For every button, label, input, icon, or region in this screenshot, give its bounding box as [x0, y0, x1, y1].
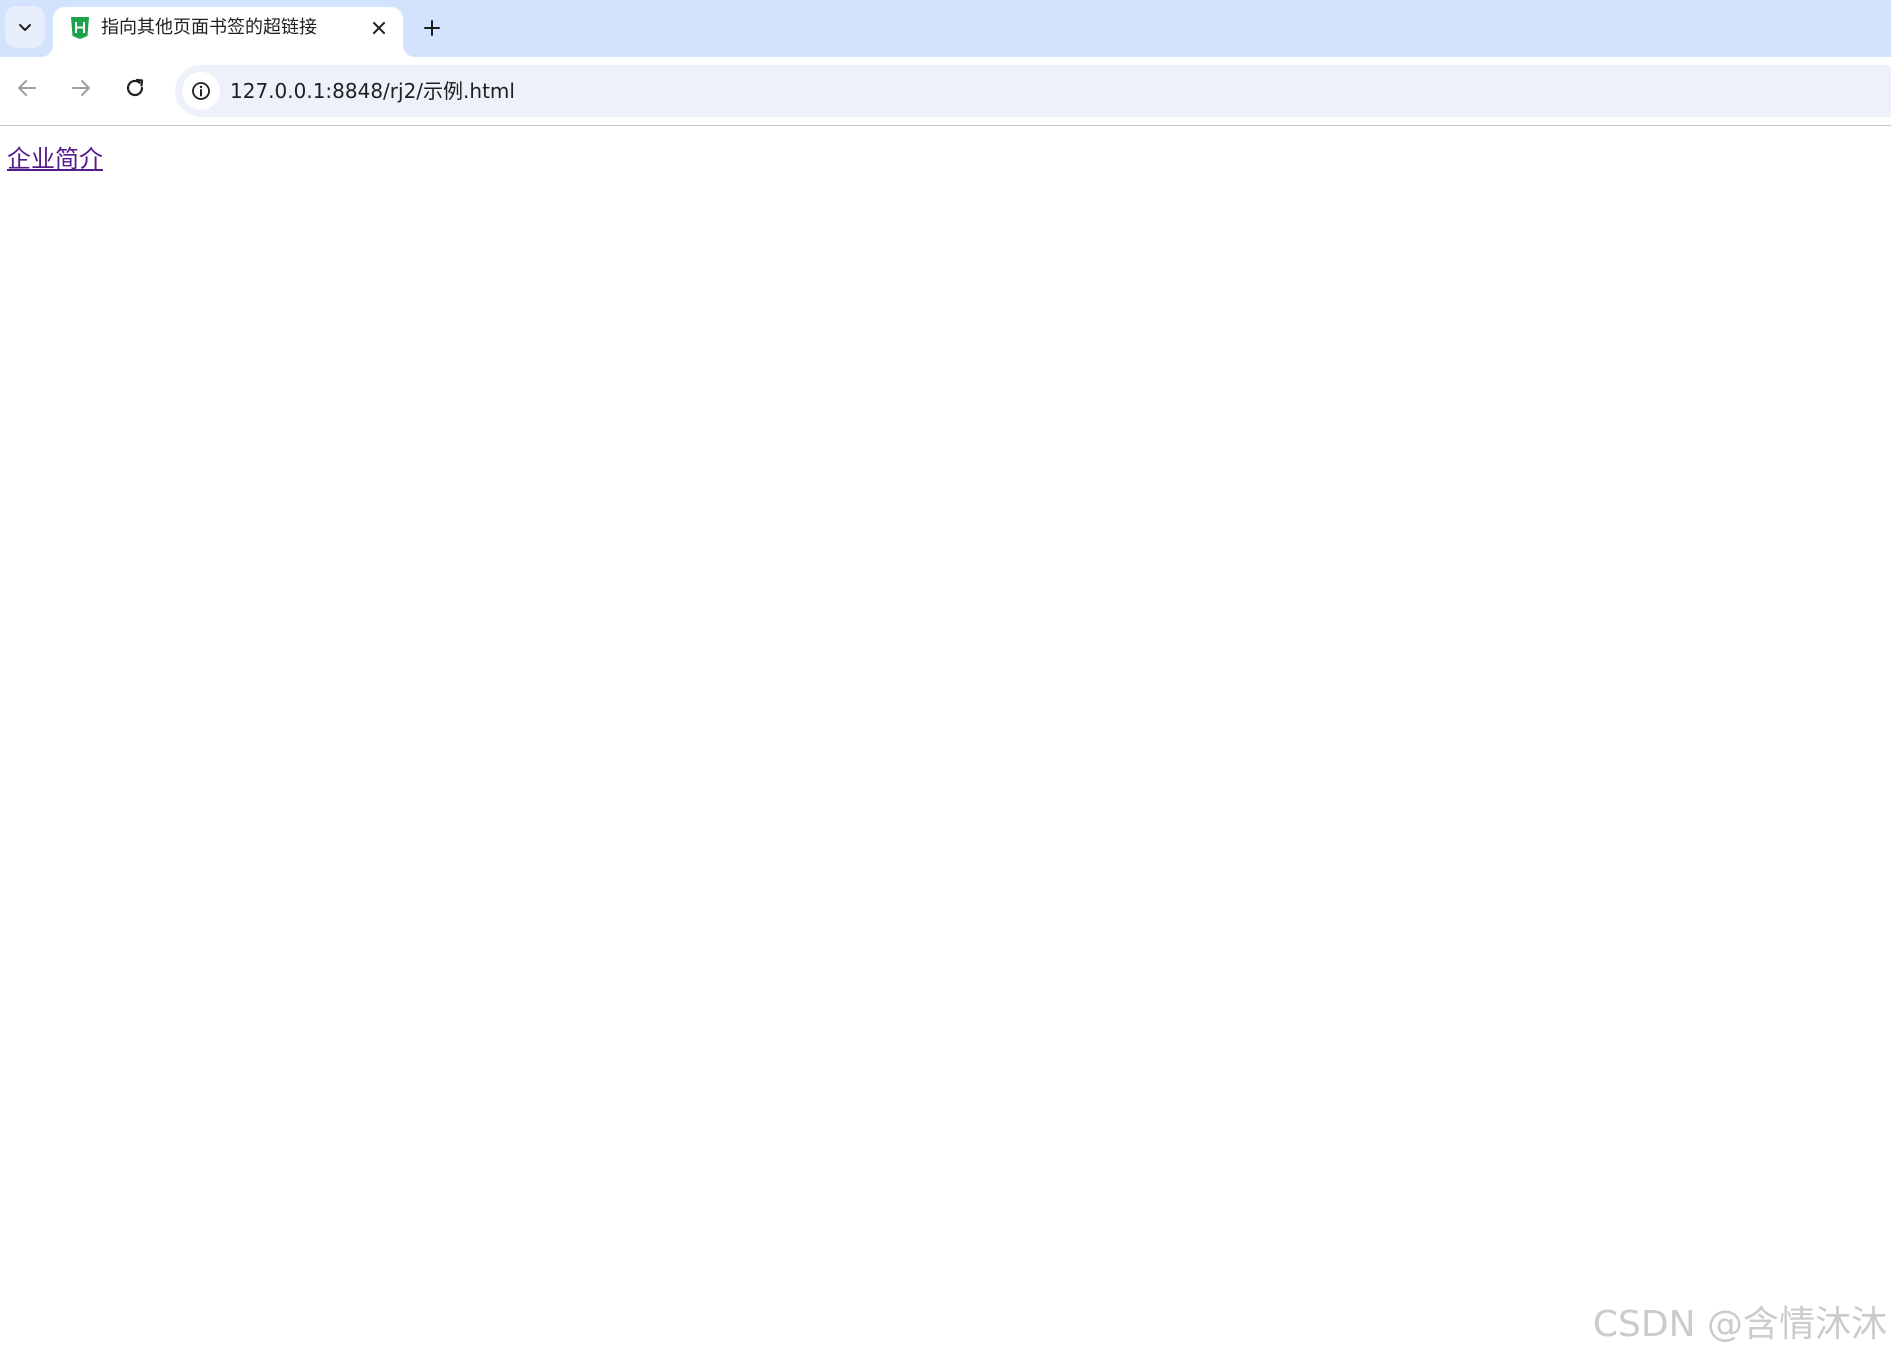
active-tab[interactable]: 指向其他页面书签的超链接 [53, 7, 403, 57]
browser-toolbar: 127.0.0.1:8848/rj2/示例.html [0, 57, 1891, 126]
browser-window: 指向其他页面书签的超链接 127.0.0.1:8848/rj2/示例.html … [0, 0, 1891, 1351]
tab-close-button[interactable] [364, 13, 394, 43]
watermark: CSDN @含情沐沐 [1592, 1304, 1887, 1345]
new-tab-button[interactable] [414, 10, 450, 46]
arrow-left-icon [18, 80, 36, 96]
reload-icon [126, 78, 144, 97]
site-info-button[interactable] [182, 72, 220, 110]
reload-button[interactable] [115, 68, 155, 108]
arrow-right-icon [72, 80, 90, 96]
tab-title: 指向其他页面书签的超链接 [101, 17, 317, 38]
forward-button[interactable] [61, 68, 101, 108]
tab-strip: 指向其他页面书签的超链接 [0, 0, 1891, 57]
chevron-down-icon [19, 24, 31, 31]
company-intro-link[interactable]: 企业简介 [7, 144, 103, 174]
hbuilder-html-icon [71, 17, 89, 39]
close-icon [373, 22, 385, 34]
info-icon [192, 82, 210, 100]
page-content: 企业简介 CSDN @含情沐沐 [0, 126, 1891, 1351]
plus-icon [424, 20, 440, 36]
back-button[interactable] [7, 68, 47, 108]
address-bar[interactable]: 127.0.0.1:8848/rj2/示例.html [175, 65, 1891, 117]
url-text[interactable]: 127.0.0.1:8848/rj2/示例.html [230, 78, 515, 104]
tab-search-button[interactable] [5, 6, 45, 48]
